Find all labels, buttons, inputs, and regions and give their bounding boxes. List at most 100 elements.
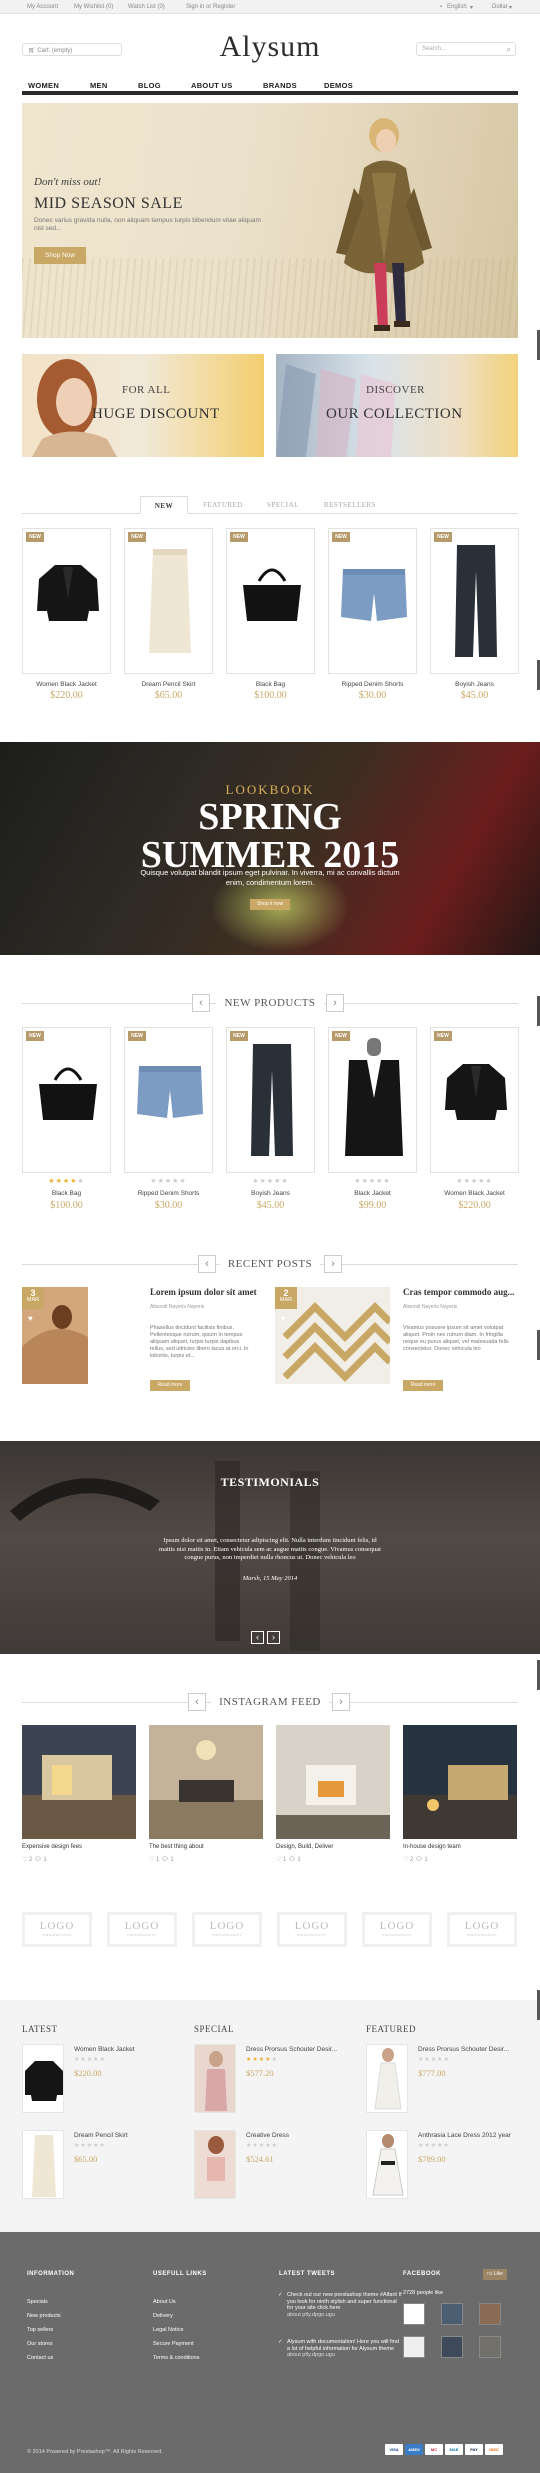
brand-logo[interactable]: LOGO manufacturer xyxy=(362,1912,432,1947)
footer-link[interactable]: Top sellers xyxy=(27,2327,53,2333)
post-title[interactable]: Cras tempor commodo aug... xyxy=(403,1287,514,1297)
footer-link[interactable]: Our stores xyxy=(27,2341,53,2347)
facebook-avatar[interactable] xyxy=(479,2336,501,2358)
tweet-link[interactable]: about ptly.dpgo.ugu xyxy=(287,2352,402,2359)
list-product-image[interactable] xyxy=(194,2044,236,2113)
list-product-name[interactable]: Dream Pencil Skirt xyxy=(74,2132,128,2139)
footer-link[interactable]: About Us xyxy=(153,2299,176,2305)
watchlist-link[interactable]: Watch List (0) xyxy=(128,4,165,10)
instagram-photo[interactable] xyxy=(276,1725,390,1839)
product-name[interactable]: Dream Pencil Skirt xyxy=(124,681,213,688)
currency-select[interactable]: Dollar xyxy=(492,4,508,10)
nav-men[interactable]: MEN xyxy=(90,81,108,90)
list-product-image[interactable] xyxy=(366,2044,408,2113)
prev-arrow-icon[interactable]: ‹ xyxy=(188,1693,206,1711)
product-card[interactable]: NEW xyxy=(328,1027,417,1173)
list-product-image[interactable] xyxy=(22,2044,64,2113)
brand-logo[interactable]: LOGO manufacturer xyxy=(277,1912,347,1947)
prev-arrow-icon[interactable]: ‹ xyxy=(192,994,210,1012)
product-name[interactable]: Women Black Jacket xyxy=(22,681,111,688)
footer-link[interactable]: Terms & conditions xyxy=(153,2355,199,2361)
product-name[interactable]: Black Bag xyxy=(22,1190,111,1197)
product-card[interactable]: NEW xyxy=(124,528,213,674)
heart-icon[interactable]: ♥ xyxy=(28,1314,33,1323)
product-card[interactable]: NEW xyxy=(430,528,519,674)
footer-link[interactable]: New products xyxy=(27,2313,61,2319)
list-product-image[interactable] xyxy=(194,2130,236,2199)
facebook-avatar[interactable] xyxy=(441,2336,463,2358)
product-name[interactable]: Boyish Jeans xyxy=(430,681,519,688)
search-input[interactable]: Search... ⌕ xyxy=(416,42,516,56)
product-card[interactable]: NEW xyxy=(22,528,111,674)
nav-blog[interactable]: BLOG xyxy=(138,81,161,90)
product-card[interactable]: NEW xyxy=(22,1027,111,1173)
lookbook-button[interactable]: Shop it now xyxy=(250,899,290,910)
product-name[interactable]: Black Jacket xyxy=(328,1190,417,1197)
instagram-caption[interactable]: In-house design team xyxy=(403,1844,461,1850)
brand-logo[interactable]: LOGO manufacturer xyxy=(447,1912,517,1947)
instagram-caption[interactable]: The best thing about xyxy=(149,1844,204,1850)
language-select[interactable]: English xyxy=(447,4,467,10)
list-product-name[interactable]: Dress Prorsus Schouter Desir... xyxy=(246,2046,337,2053)
post-title[interactable]: Lorem ipsum dolor sit amet xyxy=(150,1287,257,1297)
read-more-button[interactable]: Read more xyxy=(150,1380,190,1391)
footer-link[interactable]: Secure Payment xyxy=(153,2341,194,2347)
product-name[interactable]: Ripped Denim Shorts xyxy=(124,1190,213,1197)
facebook-avatar[interactable] xyxy=(479,2303,501,2325)
my-account-link[interactable]: My Account xyxy=(27,4,58,10)
nav-women[interactable]: WOMEN xyxy=(28,81,59,90)
heart-icon[interactable]: ♥ xyxy=(281,1314,286,1323)
instagram-photo[interactable] xyxy=(149,1725,263,1839)
list-product-name[interactable]: Dress Prorsus Schouter Desir... xyxy=(418,2046,509,2053)
brand-logo[interactable]: LOGO manufacturer xyxy=(192,1912,262,1947)
footer-link[interactable]: Legal Notice xyxy=(153,2327,184,2333)
product-card[interactable]: NEW xyxy=(430,1027,519,1173)
list-product-name[interactable]: Anthrasia Lace Dress 2012 year xyxy=(418,2132,511,2139)
list-product-name[interactable]: Women Black Jacket xyxy=(74,2046,135,2053)
sign-in-link[interactable]: Sign in or Register xyxy=(186,4,235,10)
product-name[interactable]: Women Black Jacket xyxy=(430,1190,519,1197)
tab-bestsellers[interactable]: BESTSELLERS xyxy=(314,496,386,514)
brand-logo[interactable]: LOGO manufacturer xyxy=(107,1912,177,1947)
instagram-photo[interactable] xyxy=(22,1725,136,1839)
testimonial-next-icon[interactable]: › xyxy=(267,1631,280,1644)
list-product-image[interactable] xyxy=(22,2130,64,2199)
footer-link[interactable]: Contact us xyxy=(27,2355,53,2361)
instagram-caption[interactable]: Expensive design fees xyxy=(22,1844,82,1850)
shop-now-button[interactable]: Shop Now xyxy=(34,247,86,264)
discount-banner[interactable]: FOR ALL HUGE DISCOUNT xyxy=(22,354,264,457)
testimonial-prev-icon[interactable]: ‹ xyxy=(251,1631,264,1644)
list-product-image[interactable] xyxy=(366,2130,408,2199)
facebook-avatar[interactable] xyxy=(403,2336,425,2358)
list-product-name[interactable]: Creative Dress xyxy=(246,2132,289,2139)
nav-demos[interactable]: DEMOS xyxy=(324,81,353,90)
search-icon[interactable]: ⌕ xyxy=(507,45,511,55)
next-arrow-icon[interactable]: › xyxy=(332,1693,350,1711)
facebook-avatar[interactable] xyxy=(441,2303,463,2325)
wishlist-link[interactable]: My Wishlist (0) xyxy=(74,4,113,10)
next-arrow-icon[interactable]: › xyxy=(326,994,344,1012)
read-more-button[interactable]: Read more xyxy=(403,1380,443,1391)
facebook-like-button[interactable]: 👍︎ Like xyxy=(483,2269,507,2280)
next-arrow-icon[interactable]: › xyxy=(324,1255,342,1273)
tweet-link[interactable]: about ptly.dpgo.ugu xyxy=(287,2312,402,2319)
product-card[interactable]: NEW xyxy=(124,1027,213,1173)
product-card[interactable]: NEW xyxy=(226,528,315,674)
footer-link[interactable]: Delivery xyxy=(153,2313,173,2319)
collection-banner[interactable]: DISCOVER OUR COLLECTION xyxy=(276,354,518,457)
product-card[interactable]: NEW xyxy=(328,528,417,674)
product-name[interactable]: Black Bag xyxy=(226,681,315,688)
tab-special[interactable]: SPECIAL xyxy=(258,496,308,514)
nav-about-us[interactable]: ABOUT US xyxy=(191,81,233,90)
footer-link[interactable]: Specials xyxy=(27,2299,48,2305)
facebook-avatar[interactable] xyxy=(403,2303,425,2325)
nav-brands[interactable]: BRANDS xyxy=(263,81,297,90)
tab-featured[interactable]: FEATURED xyxy=(194,496,252,514)
product-name[interactable]: Ripped Denim Shorts xyxy=(328,681,417,688)
tab-new[interactable]: NEW xyxy=(140,496,188,514)
product-name[interactable]: Boyish Jeans xyxy=(226,1190,315,1197)
prev-arrow-icon[interactable]: ‹ xyxy=(198,1255,216,1273)
brand-logo[interactable]: LOGO manufacturer xyxy=(22,1912,92,1947)
instagram-photo[interactable] xyxy=(403,1725,517,1839)
instagram-caption[interactable]: Design, Build, Deliver xyxy=(276,1844,333,1850)
